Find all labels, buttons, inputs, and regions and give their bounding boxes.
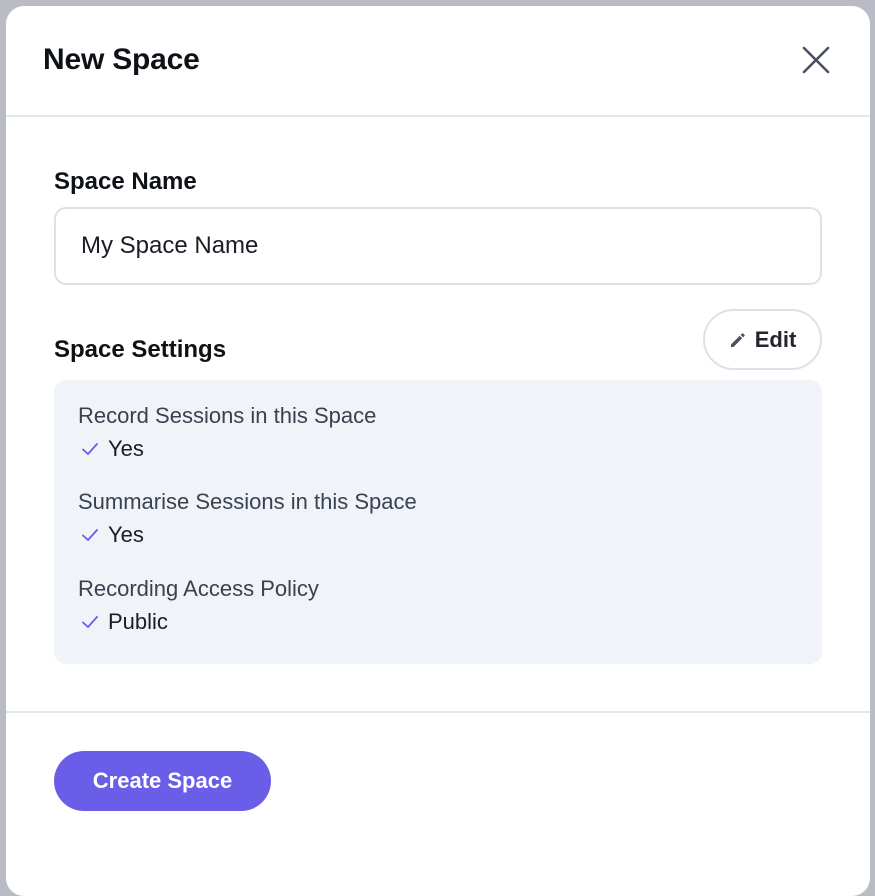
space-name-label: Space Name bbox=[54, 168, 197, 195]
setting-recording-access-policy: Recording Access Policy Public bbox=[78, 575, 319, 636]
setting-value: Yes bbox=[108, 522, 144, 547]
create-space-button[interactable]: Create Space bbox=[54, 751, 271, 811]
space-name-input[interactable] bbox=[54, 207, 822, 285]
close-button[interactable] bbox=[794, 38, 838, 82]
setting-record-sessions: Record Sessions in this Space Yes bbox=[78, 402, 376, 463]
space-settings-label: Space Settings bbox=[54, 336, 227, 363]
setting-title: Record Sessions in this Space bbox=[78, 403, 377, 428]
check-icon bbox=[82, 529, 98, 541]
edit-settings-button[interactable]: Edit bbox=[703, 309, 822, 370]
new-space-dialog: New Space Space Name Space Settings Edit… bbox=[6, 6, 870, 896]
setting-value: Yes bbox=[108, 436, 144, 461]
pencil-icon bbox=[730, 332, 745, 347]
setting-summarise-sessions: Summarise Sessions in this Space Yes bbox=[78, 488, 417, 549]
edit-button-label: Edit bbox=[754, 326, 797, 352]
settings-summary-panel: Record Sessions in this Space Yes Summar… bbox=[54, 380, 822, 664]
setting-title: Summarise Sessions in this Space bbox=[78, 489, 417, 514]
dialog-header: New Space bbox=[6, 6, 870, 117]
close-icon bbox=[802, 46, 830, 74]
dialog-title: New Space bbox=[43, 43, 200, 76]
footer-divider bbox=[6, 711, 870, 713]
check-icon bbox=[82, 616, 98, 628]
setting-title: Recording Access Policy bbox=[78, 576, 319, 601]
check-icon bbox=[82, 443, 98, 455]
setting-value: Public bbox=[108, 609, 168, 634]
